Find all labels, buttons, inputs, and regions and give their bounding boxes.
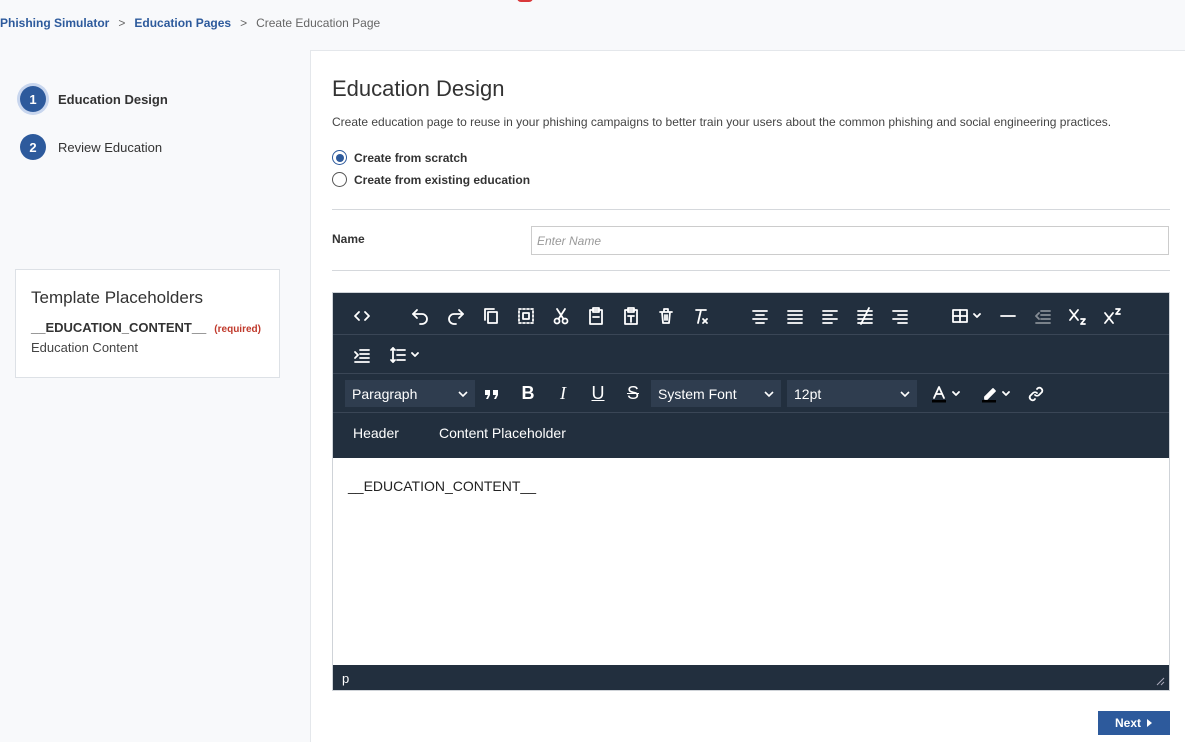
delete-icon[interactable] [651,296,681,335]
resize-handle-icon[interactable] [1155,676,1165,686]
breadcrumb-separator: > [118,16,126,30]
align-right-icon[interactable] [885,296,915,335]
subscript-icon[interactable] [1063,296,1093,335]
wizard-steps: 1 Education Design 2 Review Education [20,86,168,182]
align-left-icon[interactable] [815,296,845,335]
breadcrumb-phishing-simulator[interactable]: Phishing Simulator [0,16,109,30]
divider [332,270,1170,271]
block-format-select[interactable]: Paragraph [345,380,475,407]
divider [332,209,1170,210]
caret-right-icon [1147,719,1152,727]
main-panel: Education Design Create education page t… [310,50,1185,742]
table-icon[interactable] [945,296,987,335]
strikethrough-icon[interactable]: S [618,374,648,413]
superscript-icon[interactable] [1098,296,1128,335]
radio-label: Create from scratch [354,150,468,165]
chevron-down-icon [458,390,468,397]
menu-header[interactable]: Header [353,413,399,452]
rich-text-editor: Paragraph B I U S System Font 12pt Heade… [332,292,1170,691]
underline-icon[interactable]: U [583,374,613,413]
outdent-icon[interactable] [1028,296,1058,335]
link-icon[interactable] [1021,374,1051,413]
menu-content-placeholder[interactable]: Content Placeholder [439,413,566,452]
source-code-icon[interactable] [347,296,377,335]
remove-format-icon[interactable] [686,296,716,335]
bold-icon[interactable]: B [513,374,543,413]
placeholder-description: Education Content [31,340,138,355]
align-center-icon[interactable] [745,296,775,335]
highlight-color-icon[interactable] [973,374,1017,413]
italic-icon[interactable]: I [548,374,578,413]
radio-create-from-scratch[interactable]: Create from scratch [332,150,467,165]
paste-text-icon[interactable] [616,296,646,335]
radio-circle[interactable] [332,172,347,187]
justify-icon[interactable] [780,296,810,335]
editor-statusbar: p [333,665,1169,690]
step-label: Education Design [58,91,168,107]
step-number: 1 [20,86,46,112]
paste-icon[interactable] [581,296,611,335]
element-path[interactable]: p [342,671,349,686]
breadcrumb-current: Create Education Page [256,16,381,30]
editor-toolbar: Paragraph B I U S System Font 12pt Heade… [333,293,1169,458]
next-button[interactable]: Next [1098,711,1170,735]
toolbar-row-3: Paragraph B I U S System Font 12pt [333,374,1169,413]
chevron-down-icon [764,390,774,397]
undo-icon[interactable] [405,296,435,335]
page-title: Education Design [332,76,505,101]
text-color-icon[interactable] [923,374,967,413]
name-label: Name [332,232,365,246]
editor-paragraph[interactable]: __EDUCATION_CONTENT__ [348,478,1154,494]
font-family-select[interactable]: System Font [651,380,781,407]
redo-icon[interactable] [441,296,471,335]
strikethrough-lines-icon[interactable] [850,296,880,335]
font-size-select[interactable]: 12pt [787,380,917,407]
editor-content[interactable]: __EDUCATION_CONTENT__ [333,458,1169,665]
step-label: Review Education [58,139,163,155]
top-indicator [517,0,533,2]
next-label: Next [1114,716,1141,730]
step-education-design[interactable]: 1 Education Design [20,86,168,112]
page-description: Create education page to reuse in your p… [332,115,1112,129]
step-review-education[interactable]: 2 Review Education [20,134,168,160]
font-family-value: System Font [658,385,737,402]
placeholder-key: __EDUCATION_CONTENT__ [31,320,207,335]
block-format-value: Paragraph [352,385,418,402]
horizontal-line-icon[interactable] [993,296,1023,335]
font-size-value: 12pt [794,385,822,402]
radio-create-from-existing[interactable]: Create from existing education [332,172,530,187]
name-input[interactable] [531,226,1169,255]
radio-circle[interactable] [332,150,347,165]
panel-title: Template Placeholders [31,288,203,307]
toolbar-row-1 [333,296,1169,335]
radio-label: Create from existing education [354,172,531,187]
breadcrumb-separator: > [240,16,248,30]
breadcrumb: Phishing Simulator > Education Pages > Creat… [0,16,380,30]
step-number: 2 [20,134,46,160]
line-height-icon[interactable] [383,335,425,374]
template-placeholders-panel: Template Placeholders __EDUCATION_CONTEN… [15,269,280,378]
required-badge: (required) [214,324,261,335]
toolbar-row-2 [333,335,1169,374]
indent-icon[interactable] [347,335,377,374]
blockquote-icon[interactable] [477,374,507,413]
select-all-icon[interactable] [511,296,541,335]
breadcrumb-education-pages[interactable]: Education Pages [134,16,231,30]
cut-icon[interactable] [546,296,576,335]
toolbar-row-4: Header Content Placeholder [333,413,1169,452]
chevron-down-icon [900,390,910,397]
copy-icon[interactable] [476,296,506,335]
